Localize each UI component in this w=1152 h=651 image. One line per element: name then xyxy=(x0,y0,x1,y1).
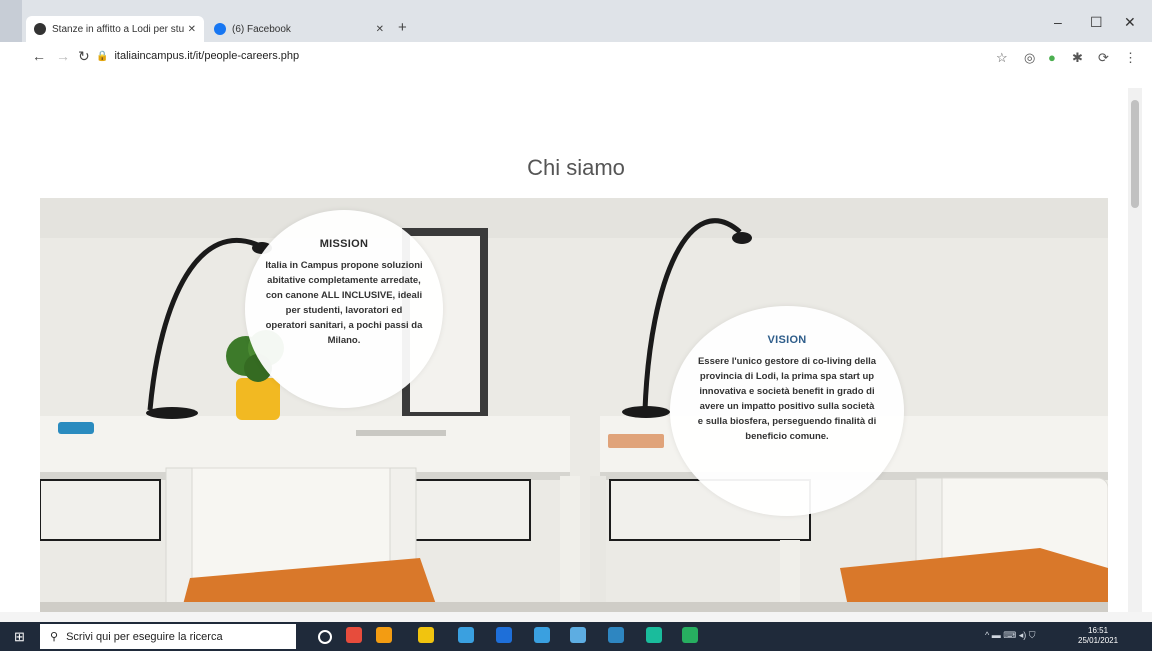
menu-icon[interactable]: ⋮ xyxy=(1124,50,1137,66)
vision-heading: VISION xyxy=(767,334,807,346)
mission-heading: MISSION xyxy=(319,238,369,250)
app-icon[interactable] xyxy=(646,627,662,643)
windows-start-icon[interactable]: ⊞ xyxy=(14,629,25,645)
file-explorer-icon[interactable] xyxy=(418,627,434,643)
close-icon[interactable]: ✕ xyxy=(188,24,196,35)
close-window-button[interactable]: ✕ xyxy=(1124,14,1136,31)
taskbar: ⊞ ⚲ Scrivi qui per eseguire la ricerca ^… xyxy=(0,622,1152,651)
edge-icon[interactable] xyxy=(458,627,474,643)
address-bar[interactable]: 🔒 italiaincampus.it/it/people-careers.php xyxy=(96,50,299,62)
tab-label: (6) Facebook xyxy=(232,23,291,35)
mission-card: MISSION Italia in Campus propone soluzio… xyxy=(245,210,443,408)
window-edge xyxy=(0,0,22,42)
app-icon[interactable] xyxy=(682,627,698,643)
browser-tab-bar: Stanze in affitto a Lodi per stu ✕ (6) F… xyxy=(0,0,1152,42)
tab-label: Stanze in affitto a Lodi per stu xyxy=(52,23,185,35)
clock-time: 16:51 xyxy=(1088,626,1109,635)
ie-icon[interactable] xyxy=(496,627,512,643)
maximize-button[interactable]: ☐ xyxy=(1090,14,1103,31)
forward-icon[interactable]: → xyxy=(56,48,70,64)
new-tab-button[interactable]: + xyxy=(398,19,407,36)
hero-image: MISSION Italia in Campus propone soluzio… xyxy=(40,198,1108,616)
browser-toolbar: ← → ↻ 🔒 italiaincampus.it/it/people-caree… xyxy=(0,42,1152,73)
vision-text: Essere l'unico gestore di co-living dell… xyxy=(697,356,877,442)
sync-icon[interactable]: ⟳ xyxy=(1098,50,1109,66)
scrollbar-thumb[interactable] xyxy=(1131,100,1139,208)
star-icon[interactable]: ☆ xyxy=(996,50,1008,66)
store-icon[interactable] xyxy=(534,627,550,643)
vision-card: VISION Essere l'unico gestore di co-livi… xyxy=(670,306,904,516)
puzzle-icon[interactable]: ✱ xyxy=(1072,50,1083,66)
url-text: italiaincampus.it/it/people-careers.php xyxy=(114,50,300,62)
taskbar-search-box[interactable]: ⚲ Scrivi qui per eseguire la ricerca xyxy=(40,624,296,649)
lock-icon: 🔒 xyxy=(96,51,109,62)
mission-text: Italia in Campus propone soluzioni abita… xyxy=(265,260,423,346)
status-strip xyxy=(0,612,1152,622)
room-photo xyxy=(40,198,1108,616)
close-icon[interactable]: ✕ xyxy=(376,24,384,35)
page-title: Chi siamo xyxy=(527,154,625,180)
profile-icon[interactable]: ● xyxy=(1048,50,1056,65)
mail-icon[interactable] xyxy=(570,627,586,643)
app-icon[interactable] xyxy=(346,627,362,643)
facebook-icon xyxy=(214,23,226,35)
page-header-strip xyxy=(0,72,1152,88)
reload-icon[interactable]: ↻ xyxy=(78,48,90,65)
taskbar-clock[interactable]: 16:51 25/01/2021 xyxy=(1078,626,1118,646)
chrome-icon[interactable] xyxy=(376,627,392,643)
extensions-icon[interactable]: ◎ xyxy=(1024,50,1035,66)
clock-date: 25/01/2021 xyxy=(1078,636,1119,645)
tab-facebook[interactable]: (6) Facebook ✕ xyxy=(206,16,392,42)
site-favicon-icon xyxy=(34,23,46,35)
tab-stanze[interactable]: Stanze in affitto a Lodi per stu ✕ xyxy=(26,16,204,42)
minimize-button[interactable]: – xyxy=(1054,14,1062,30)
cortana-icon[interactable] xyxy=(318,630,332,644)
app-icon[interactable] xyxy=(608,627,624,643)
search-placeholder: Scrivi qui per eseguire la ricerca xyxy=(66,630,223,643)
system-tray[interactable]: ^ ▬ ⌨ ◂) ⛉ xyxy=(985,630,1035,641)
back-icon[interactable]: ← xyxy=(32,48,46,64)
search-icon: ⚲ xyxy=(50,631,59,643)
